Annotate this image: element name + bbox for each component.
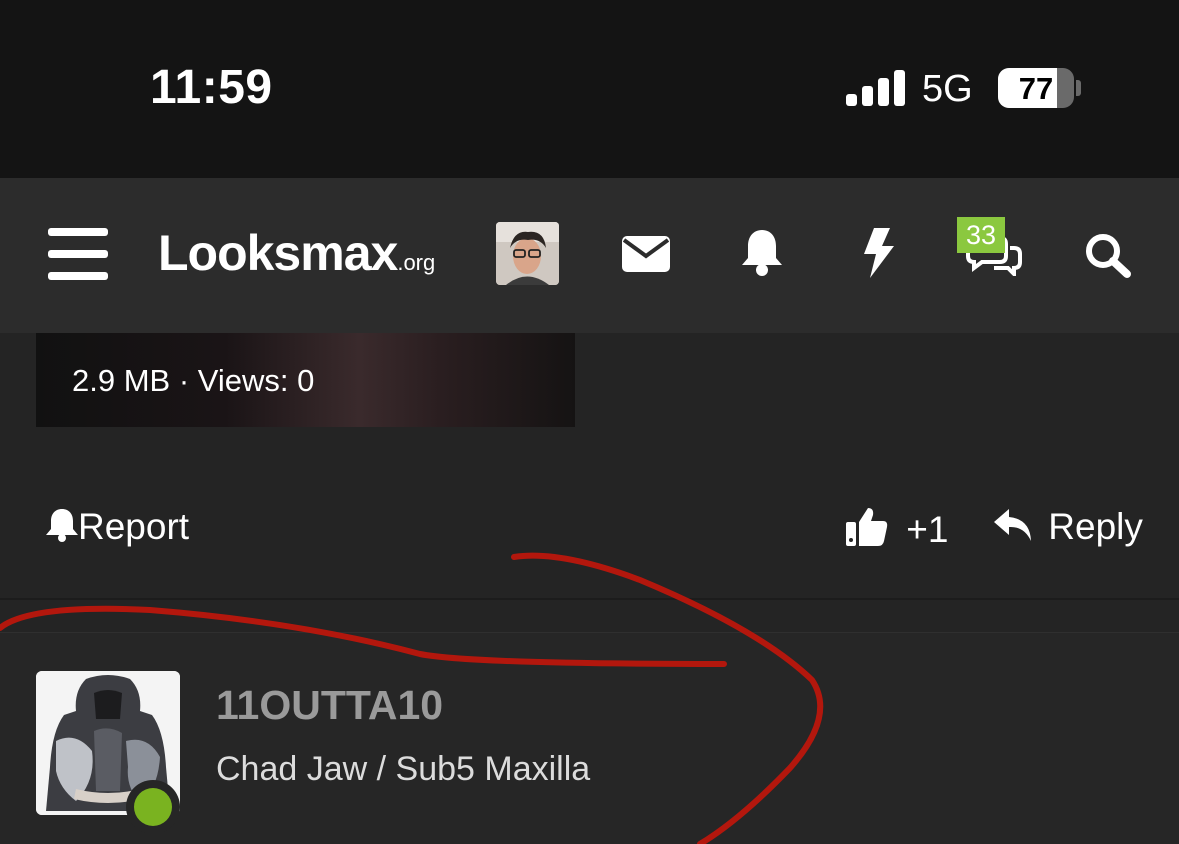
search-icon[interactable] <box>1084 232 1132 283</box>
online-status-indicator <box>126 780 180 834</box>
like-button[interactable]: +1 <box>846 506 948 551</box>
like-count: +1 <box>906 509 949 550</box>
logo-suffix: .org <box>397 250 436 275</box>
avatar[interactable] <box>496 222 559 285</box>
clock: 11:59 <box>150 61 273 114</box>
menu-icon[interactable] <box>48 228 108 280</box>
battery-icon: 77 <box>998 68 1074 108</box>
logo-main: Looksmax <box>158 225 398 281</box>
network-type: 5G <box>922 68 973 110</box>
battery-percent: 77 <box>1018 71 1054 106</box>
post-username[interactable]: 11OUTTA10 <box>216 682 443 729</box>
attachment-meta: 2.9 MB · Views: 0 <box>72 363 315 398</box>
bell-icon[interactable] <box>741 228 783 281</box>
site-navbar: Looksmax.org 33 <box>0 178 1179 333</box>
post-divider <box>0 598 1179 600</box>
user-title: Chad Jaw / Sub5 Maxilla <box>216 750 591 788</box>
site-logo[interactable]: Looksmax.org <box>158 224 435 284</box>
cellular-signal-icon <box>846 70 906 106</box>
bolt-icon[interactable] <box>864 228 894 283</box>
bell-icon <box>46 509 78 542</box>
reply-icon <box>994 509 1031 541</box>
report-button[interactable]: Report <box>46 506 189 548</box>
thumbs-up-icon <box>846 508 888 546</box>
reply-button[interactable]: Reply <box>994 506 1143 548</box>
envelope-icon[interactable] <box>622 236 670 277</box>
battery-tip <box>1076 80 1081 96</box>
chat-badge: 33 <box>957 217 1005 253</box>
report-label: Report <box>78 506 190 547</box>
reply-label: Reply <box>1048 506 1143 547</box>
status-bar: 11:59 5G 77 <box>0 0 1179 178</box>
